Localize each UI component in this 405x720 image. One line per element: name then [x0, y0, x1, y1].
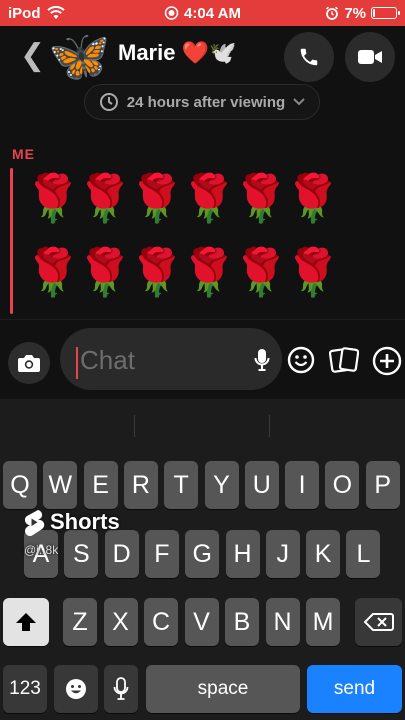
key-h[interactable]: H [225, 530, 260, 578]
key-j[interactable]: J [265, 530, 300, 578]
camera-icon [18, 355, 40, 372]
emoji-face-icon[interactable] [287, 346, 315, 374]
shift-arrow-icon [16, 613, 36, 631]
call-button[interactable] [284, 32, 334, 82]
video-call-button[interactable] [345, 32, 395, 82]
space-key[interactable]: space [146, 665, 300, 713]
key-t[interactable]: T [164, 461, 199, 509]
message-emoji: 🌹 [180, 246, 238, 298]
message-emoji: 🌹 [284, 246, 342, 298]
battery-percent: 7% [344, 4, 366, 22]
suggestion-divider [269, 415, 270, 437]
status-bar: iPod 4:04 AM 7% [0, 0, 405, 26]
back-chevron-icon[interactable]: ❮ [20, 38, 45, 73]
channel-handle: @i..8k [24, 543, 59, 557]
timer-icon [99, 93, 118, 111]
emoji-keyboard-icon [66, 679, 86, 699]
key-k[interactable]: K [306, 530, 341, 578]
composer: Chat [0, 319, 405, 399]
key-z[interactable]: Z [63, 598, 97, 646]
suggestion-bar [0, 399, 405, 449]
key-p[interactable]: P [365, 461, 400, 509]
shift-key[interactable] [3, 598, 49, 646]
dictation-key[interactable] [104, 665, 138, 713]
key-s[interactable]: S [64, 530, 99, 578]
microphone-icon[interactable] [254, 348, 270, 372]
timer-text: 24 hours after viewing [126, 93, 286, 111]
carrier-label: iPod [8, 4, 41, 22]
message-emoji: 🌹 [180, 172, 238, 224]
contact-name-text: Marie [118, 40, 176, 65]
key-f[interactable]: F [144, 530, 179, 578]
key-o[interactable]: O [325, 461, 360, 509]
sender-label: ME [12, 146, 35, 162]
backspace-icon [363, 613, 394, 631]
contact-name-emoji: ❤️🕊️ [181, 40, 237, 65]
battery-icon [371, 7, 400, 19]
chat-area: 24 hours after viewing ME 🌹 🌹 🌹 🌹 🌹 🌹 🌹 🌹 🌹 🌹 🌹 🌹 [0, 84, 405, 319]
key-v[interactable]: V [184, 598, 219, 646]
key-x[interactable]: X [103, 598, 138, 646]
key-b[interactable]: B [225, 598, 259, 646]
key-r[interactable]: R [123, 461, 158, 509]
shorts-logo-icon [25, 510, 45, 536]
message-emoji: 🌹 [24, 172, 82, 224]
message-emoji: 🌹 [76, 246, 134, 298]
message-emoji: 🌹 [284, 172, 342, 224]
keyboard: QWERTYUIOPASDFGHJKLZXCVBNM 123 space sen… [0, 399, 405, 720]
key-w[interactable]: W [43, 461, 78, 509]
message-emoji: 🌹 [128, 172, 186, 224]
clock: 4:04 AM [184, 4, 241, 22]
avatar[interactable]: 🦋 [48, 26, 110, 86]
key-c[interactable]: C [144, 598, 178, 646]
stickers-icon[interactable] [329, 346, 359, 374]
message-emoji: 🌹 [232, 172, 290, 224]
microphone-icon [113, 677, 129, 700]
message-emoji-grid[interactable]: 🌹 🌹 🌹 🌹 🌹 🌹 🌹 🌹 🌹 🌹 🌹 🌹 [24, 170, 344, 300]
key-n[interactable]: N [265, 598, 300, 646]
chat-header: ❮ 🦋 Marie ❤️🕊️ [0, 26, 405, 84]
key-u[interactable]: U [244, 461, 279, 509]
send-key[interactable]: send [307, 665, 402, 713]
chat-input[interactable]: Chat [60, 328, 282, 390]
message-emoji: 🌹 [128, 246, 186, 298]
chat-input-placeholder: Chat [80, 345, 135, 375]
key-d[interactable]: D [104, 530, 139, 578]
shorts-watermark: Shorts [22, 508, 120, 536]
plus-icon[interactable] [372, 346, 402, 376]
recording-icon [164, 6, 178, 20]
shorts-label: Shorts [50, 509, 120, 534]
key-g[interactable]: G [185, 530, 220, 578]
key-e[interactable]: E [83, 461, 118, 509]
chevron-down-icon [293, 98, 305, 106]
emoji-key[interactable] [54, 665, 98, 713]
key-i[interactable]: I [285, 461, 320, 509]
sender-accent-bar [10, 168, 13, 314]
battery-fill [373, 9, 375, 17]
suggestion-divider [134, 415, 135, 437]
alarm-icon [326, 6, 339, 20]
message-emoji: 🌹 [76, 172, 134, 224]
backspace-key[interactable] [355, 598, 402, 646]
numbers-key[interactable]: 123 [3, 665, 47, 713]
key-y[interactable]: Y [204, 461, 239, 509]
message-emoji: 🌹 [232, 246, 290, 298]
key-l[interactable]: L [346, 530, 381, 578]
wifi-icon [46, 6, 65, 19]
message-timer-setting[interactable]: 24 hours after viewing [84, 84, 320, 120]
key-m[interactable]: M [306, 598, 340, 646]
text-caret [76, 347, 78, 379]
video-camera-icon [358, 50, 382, 64]
camera-button[interactable] [8, 342, 50, 384]
contact-name[interactable]: Marie ❤️🕊️ [118, 40, 236, 66]
message-emoji: 🌹 [24, 246, 82, 298]
key-q[interactable]: Q [3, 461, 37, 509]
phone-icon [300, 48, 318, 66]
